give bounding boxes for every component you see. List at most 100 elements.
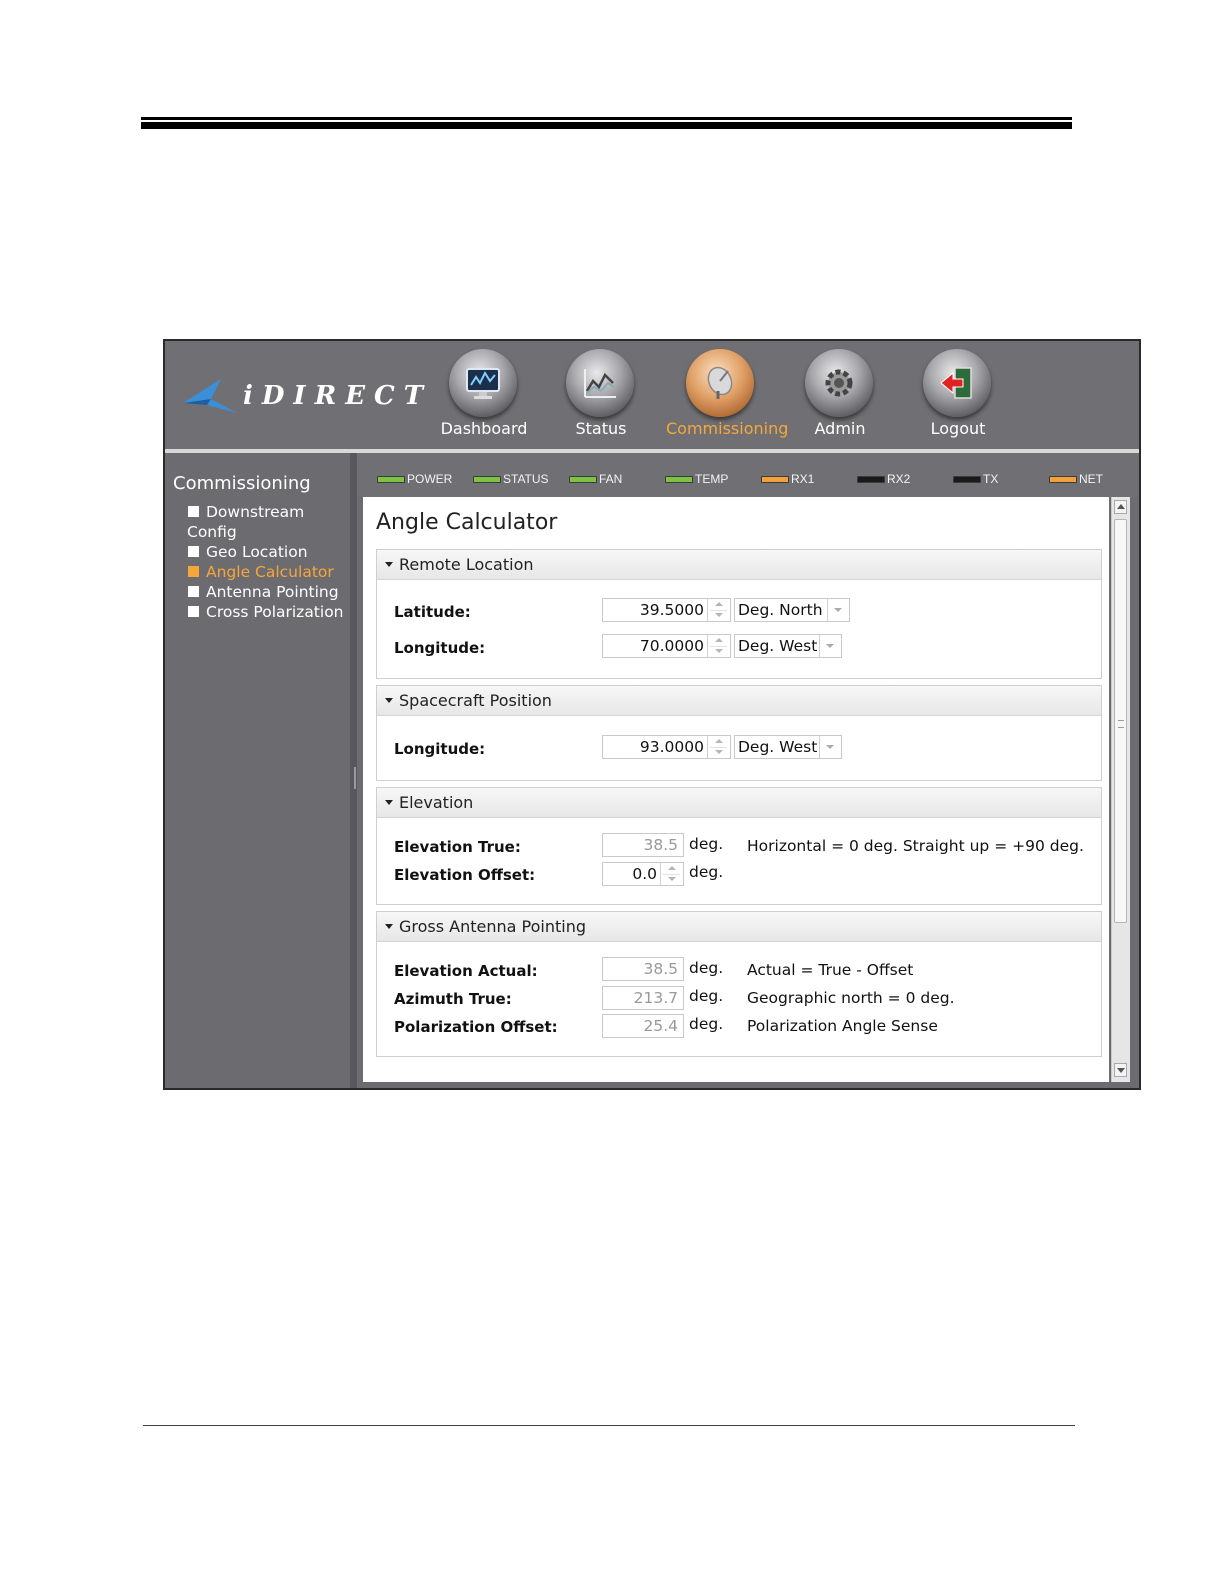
sidebar-item-geo-location[interactable]: Geo Location <box>187 542 352 562</box>
chevron-down-icon <box>827 599 849 621</box>
elevation-actual-label: Elevation Actual: <box>394 962 538 980</box>
latitude-direction-select[interactable]: Deg. North <box>734 598 850 622</box>
collapse-caret-icon <box>385 800 393 805</box>
satellite-dish-icon <box>686 349 754 417</box>
latitude-label: Latitude: <box>394 603 471 621</box>
page-title: Angle Calculator <box>376 510 558 535</box>
spinner-arrows-icon[interactable] <box>660 863 683 885</box>
spacecraft-direction-select[interactable]: Deg. West <box>734 735 842 759</box>
splitter-grip[interactable] <box>354 767 356 789</box>
spacecraft-position-header[interactable]: Spacecraft Position <box>377 686 1101 716</box>
footer-rule <box>143 1425 1075 1426</box>
azimuth-true-label: Azimuth True: <box>394 990 512 1008</box>
header-rule-thick <box>141 122 1072 129</box>
logo-swoosh-icon <box>183 379 237 413</box>
exit-door-icon <box>923 349 991 417</box>
elevation-header[interactable]: Elevation <box>377 788 1101 818</box>
content-panel: Angle Calculator Remote Location Latitud… <box>363 497 1109 1082</box>
led-power: POWER <box>377 472 452 486</box>
led-indicator <box>1049 475 1077 483</box>
elevation-true-note: Horizontal = 0 deg. Straight up = +90 de… <box>747 837 1084 855</box>
grip-icon <box>1118 720 1124 728</box>
elevation-offset-label: Elevation Offset: <box>394 866 536 884</box>
status-led-bar: POWER STATUS FAN TEMP RX1 RX2 TX NET <box>357 453 1139 497</box>
collapse-caret-icon <box>385 562 393 567</box>
latitude-stepper[interactable]: 39.5000 <box>602 598 731 622</box>
azimuth-true-note: Geographic north = 0 deg. <box>747 989 955 1007</box>
led-indicator <box>377 475 405 483</box>
elevation-actual-note: Actual = True - Offset <box>747 961 914 979</box>
checkbox-icon <box>188 606 199 617</box>
led-indicator <box>953 475 981 483</box>
led-indicator <box>665 475 693 483</box>
nav-admin-label: Admin <box>814 419 866 438</box>
led-fan: FAN <box>569 472 622 486</box>
scroll-down-button[interactable] <box>1114 1063 1127 1077</box>
nav-dashboard-button[interactable]: Dashboard <box>429 347 539 443</box>
header-rule-thin <box>141 117 1072 120</box>
nav-commissioning-button[interactable]: Commissioning <box>666 347 789 443</box>
chart-icon <box>566 349 634 417</box>
elevation-section: Elevation Elevation True: 38.5 deg. Hori… <box>376 787 1102 905</box>
arrow-down-icon <box>1116 1068 1125 1073</box>
elevation-true-label: Elevation True: <box>394 838 521 856</box>
nav-dashboard-label: Dashboard <box>440 419 528 438</box>
elevation-offset-stepper[interactable]: 0.0 <box>602 862 684 886</box>
spacecraft-longitude-stepper[interactable]: 93.0000 <box>602 735 731 759</box>
nav-logout-label: Logout <box>930 419 986 438</box>
spinner-arrows-icon[interactable] <box>707 635 730 657</box>
sidebar-item-downstream-config[interactable]: Downstream Config <box>187 502 352 542</box>
led-indicator <box>473 475 501 483</box>
checkbox-icon <box>188 586 199 597</box>
nav-admin-button[interactable]: Admin <box>785 347 895 443</box>
sidebar-item-cross-polarization[interactable]: Cross Polarization <box>187 602 352 622</box>
sidebar-item-angle-calculator[interactable]: Angle Calculator <box>187 562 352 582</box>
polarization-offset-note: Polarization Angle Sense <box>747 1017 938 1035</box>
led-temp: TEMP <box>665 472 728 486</box>
nav-commissioning-label: Commissioning <box>666 419 789 438</box>
nav-status-label: Status <box>575 419 627 438</box>
polarization-offset-unit: deg. <box>689 1015 724 1033</box>
led-status: STATUS <box>473 472 549 486</box>
vertical-scrollbar[interactable] <box>1111 497 1130 1082</box>
elevation-true-field: 38.5 <box>602 833 684 857</box>
remote-location-header[interactable]: Remote Location <box>377 550 1101 580</box>
sidebar-item-antenna-pointing[interactable]: Antenna Pointing <box>187 582 352 602</box>
scroll-up-button[interactable] <box>1114 500 1127 514</box>
elevation-true-unit: deg. <box>689 835 724 853</box>
azimuth-true-unit: deg. <box>689 987 724 1005</box>
spacecraft-position-section: Spacecraft Position Longitude: 93.0000 D… <box>376 685 1102 781</box>
led-rx1: RX1 <box>761 472 814 486</box>
led-tx: TX <box>953 472 998 486</box>
led-net: NET <box>1049 472 1103 486</box>
sidebar-list: Downstream Config Geo Location Angle Cal… <box>187 502 352 622</box>
gross-antenna-pointing-section: Gross Antenna Pointing Elevation Actual:… <box>376 911 1102 1057</box>
longitude-direction-select[interactable]: Deg. West <box>734 634 842 658</box>
main-area: POWER STATUS FAN TEMP RX1 RX2 TX NET Ang… <box>357 453 1139 1088</box>
monitor-icon <box>449 349 517 417</box>
sidebar-title: Commissioning <box>173 473 311 494</box>
arrow-up-icon <box>1116 504 1125 509</box>
sidebar: Commissioning Downstream Config Geo Loca… <box>165 453 352 1088</box>
checkbox-icon <box>188 566 199 577</box>
nav-status-button[interactable]: Status <box>546 347 656 443</box>
elevation-actual-field: 38.5 <box>602 957 684 981</box>
spinner-arrows-icon[interactable] <box>707 736 730 758</box>
spinner-arrows-icon[interactable] <box>707 599 730 621</box>
collapse-caret-icon <box>385 698 393 703</box>
gross-antenna-pointing-header[interactable]: Gross Antenna Pointing <box>377 912 1101 942</box>
polarization-offset-field: 25.4 <box>602 1014 684 1038</box>
longitude-stepper[interactable]: 70.0000 <box>602 634 731 658</box>
nav-logout-button[interactable]: Logout <box>903 347 1013 443</box>
app-window: iDIRECT Dashboard Status Commissioning A… <box>163 339 1141 1090</box>
azimuth-true-field: 213.7 <box>602 986 684 1010</box>
elevation-actual-unit: deg. <box>689 959 724 977</box>
collapse-caret-icon <box>385 924 393 929</box>
spacecraft-longitude-label: Longitude: <box>394 740 486 758</box>
idirect-logo: iDIRECT <box>181 377 423 415</box>
led-rx2: RX2 <box>857 472 910 486</box>
gear-icon <box>805 349 873 417</box>
scroll-thumb[interactable] <box>1114 519 1127 923</box>
top-nav-bar: iDIRECT Dashboard Status Commissioning A… <box>165 341 1139 453</box>
longitude-label: Longitude: <box>394 639 486 657</box>
